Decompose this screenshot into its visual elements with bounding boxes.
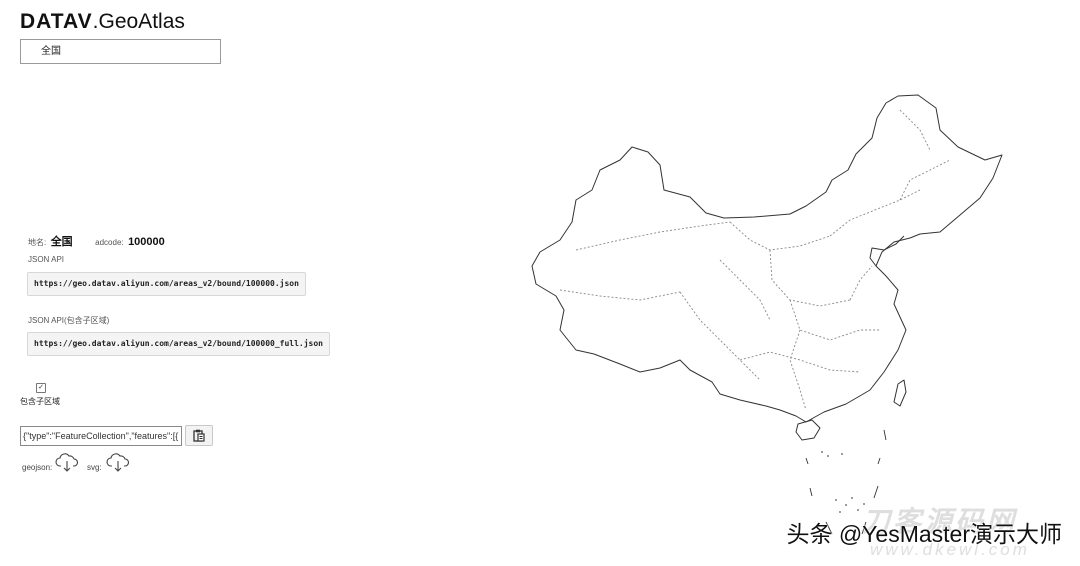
south-china-sea-island bbox=[873, 485, 879, 499]
reef-dot bbox=[835, 499, 837, 501]
reef-dot bbox=[827, 455, 829, 457]
reef-dot bbox=[839, 511, 841, 513]
reef-dot bbox=[845, 504, 847, 506]
province-border bbox=[729, 221, 831, 251]
south-china-sea-island bbox=[809, 487, 813, 497]
south-china-sea-island bbox=[883, 429, 887, 441]
reef-dot bbox=[841, 453, 843, 455]
province-border bbox=[899, 159, 951, 201]
china-map[interactable] bbox=[0, 0, 1080, 566]
south-china-sea-island bbox=[877, 457, 881, 465]
reef-dot bbox=[851, 497, 853, 499]
province-border bbox=[829, 189, 921, 237]
south-china-sea-island bbox=[805, 457, 809, 465]
province-border bbox=[789, 329, 807, 411]
province-border bbox=[899, 109, 931, 151]
taiwan-island bbox=[893, 379, 907, 407]
province-border bbox=[679, 291, 761, 381]
province-border bbox=[739, 351, 861, 373]
reef-dot bbox=[821, 451, 823, 453]
province-border bbox=[559, 289, 681, 301]
province-border bbox=[575, 221, 731, 251]
province-border bbox=[719, 259, 771, 321]
province-border bbox=[789, 299, 880, 341]
province-border bbox=[769, 249, 851, 307]
bohai-coast bbox=[869, 235, 905, 267]
reef-dot bbox=[857, 509, 859, 511]
province-border bbox=[849, 265, 873, 301]
hainan-island bbox=[795, 419, 821, 441]
watermark-text: 头条 @YesMaster演示大师 bbox=[786, 521, 1062, 547]
china-outline bbox=[531, 94, 1003, 423]
